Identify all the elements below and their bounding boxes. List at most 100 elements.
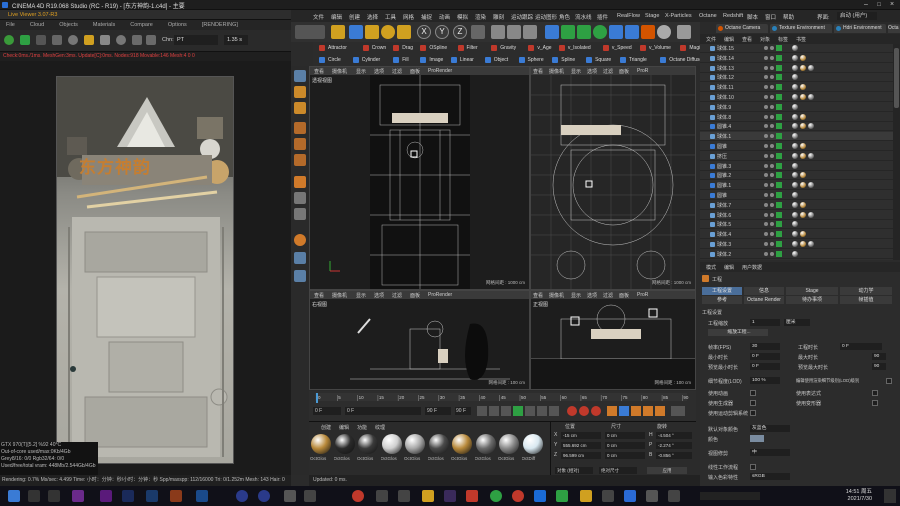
toolbar-item-triangle[interactable]: Triangle [619,56,647,64]
visibility-toggles[interactable] [764,221,790,228]
tray-icons[interactable] [700,492,760,500]
material-tag-icon[interactable] [800,231,806,238]
tab-hdri-environment[interactable]: Hdri Environment [834,24,886,33]
scrollbar-thumb[interactable] [894,48,899,108]
chrome-icon[interactable] [490,490,502,502]
gear-icon[interactable] [4,35,14,45]
object-row[interactable]: 球体.14 [700,54,893,63]
vp-menu-camera[interactable]: 摄像机 [332,68,347,75]
visibility-toggles[interactable] [764,74,790,81]
object-row[interactable]: 球体.4 [700,230,893,240]
om-menu-item[interactable]: 文件 [706,36,716,43]
menu-item[interactable]: 帮助 [783,13,794,21]
attr-menu-mode[interactable]: 模式 [706,264,716,271]
object-row[interactable]: 球体.2 [700,250,893,259]
preview-min-field[interactable]: 0 F [750,363,780,370]
material-swatch[interactable] [499,434,519,454]
lv-menu-cloud[interactable]: Cloud [30,22,44,28]
object-list-scrollbar[interactable] [893,44,900,260]
material-tag-icon[interactable] [808,94,814,100]
tab-dynamics[interactable]: 动力学 [840,287,892,295]
vp-menu-options[interactable]: 选项 [374,292,384,299]
attr-menu-userdata[interactable]: 用户数据 [742,264,762,271]
material-tag-icon[interactable] [800,143,806,149]
array-icon[interactable] [593,25,607,39]
object-row[interactable]: 球体.10 [700,93,893,102]
vp-menu-filter[interactable]: 过滤 [392,292,402,299]
next-frame-icon[interactable] [525,406,535,416]
menu-item[interactable]: RealFlow [617,13,640,19]
scale-project-button[interactable]: 缩放工程... [708,329,768,336]
points-mode-icon[interactable] [294,122,306,134]
tab-octane-camera[interactable]: Octane Camera [716,24,768,33]
material-tag-icon[interactable] [792,123,798,130]
app-icon[interactable] [534,490,546,502]
lod-field[interactable]: 100 % [750,377,780,384]
vp-menu-filter[interactable]: 过滤 [603,292,613,299]
tab-stage[interactable]: Stage [786,287,838,295]
project-time-field[interactable]: 0 F [840,343,882,350]
visibility-toggles[interactable] [764,201,790,209]
toolbar-item-fill[interactable]: Fill [393,56,409,64]
vp-menu-view[interactable]: 查看 [314,68,324,75]
tab-project-settings[interactable]: 工程设置 [702,287,742,295]
recent-tool-icon[interactable] [397,25,411,39]
lv-menu-options[interactable]: Options [168,22,187,28]
material-tag-icon[interactable] [792,221,798,228]
deformer-icon[interactable] [609,25,623,39]
vp-menu-prorender[interactable]: ProRender [428,68,452,74]
material-swatch[interactable] [358,434,378,454]
pla-key-icon[interactable] [655,406,665,416]
om-menu-item[interactable]: 对象 [760,36,770,43]
viewport-front[interactable]: 查看 摄像机 显示 选项 过滤 面板 ProR 正视图 网格间距 : 100 c… [530,290,696,390]
vp-menu-filter[interactable]: 过滤 [392,68,402,75]
menu-item[interactable]: 流水线 [575,13,592,21]
position-field[interactable]: 555.692 cm [561,442,601,449]
material-tag-icon[interactable] [800,172,806,179]
visibility-toggles[interactable] [764,103,790,111]
rotation-field[interactable]: -2.274 ° [656,442,692,449]
tab-octane[interactable]: Octa [888,24,900,33]
tweak-mode-icon[interactable] [294,192,306,204]
interface-select[interactable]: 启动 (用户) [837,12,877,20]
vp-menu-display[interactable]: 显示 [356,292,366,299]
app-icon[interactable] [466,490,478,502]
visibility-toggles[interactable] [764,241,790,248]
object-row[interactable]: 圆锥.3 [700,162,893,171]
visibility-toggles[interactable] [764,162,790,170]
position-field[interactable]: 96.599 cm [561,452,601,459]
app-icon[interactable] [602,490,614,502]
min-time-field[interactable]: 0 F [750,353,780,360]
preview-end-field[interactable]: 90 F [455,407,471,415]
object-row[interactable]: 球体.12 [700,73,893,83]
expr-checkbox[interactable] [872,390,878,396]
coord-mode-select[interactable]: 对象 (相对) [555,467,593,474]
menu-item[interactable]: 运动图形 [535,13,557,21]
menu-item[interactable]: 雕刻 [493,13,504,21]
material-tag-icon[interactable] [792,231,798,238]
toolbar-item-drag[interactable]: Drag [393,44,413,52]
polygons-mode-icon[interactable] [294,154,306,166]
workplane-icon[interactable] [294,102,306,114]
clock[interactable]: 14:51 周五 2021/7/30 [846,489,872,503]
vp-menu-options[interactable]: 选项 [587,68,597,75]
premiere-icon[interactable] [100,490,112,502]
mat-menu-function[interactable]: 功能 [357,424,367,431]
menu-item[interactable]: 窗口 [765,13,776,21]
material-tag-icon[interactable] [800,211,806,218]
object-row[interactable]: 球体.15 [700,44,893,53]
visibility-toggles[interactable] [764,133,790,140]
material-swatch[interactable] [311,434,331,454]
lv-menu-objects[interactable]: Objects [59,22,78,28]
color-swatch[interactable] [750,435,764,442]
material-swatch[interactable] [334,434,355,454]
mat-menu-edit[interactable]: 编辑 [339,424,349,431]
layers-icon[interactable] [294,252,306,264]
wechat-icon[interactable] [556,490,568,502]
material-tag-icon[interactable] [792,182,798,189]
object-row[interactable]: 挤压 [700,152,893,161]
rotate-tool-icon[interactable] [381,25,395,39]
folder-icon[interactable] [580,490,592,502]
render-settings-icon[interactable] [523,25,537,39]
menu-item[interactable]: 插件 [597,13,608,21]
